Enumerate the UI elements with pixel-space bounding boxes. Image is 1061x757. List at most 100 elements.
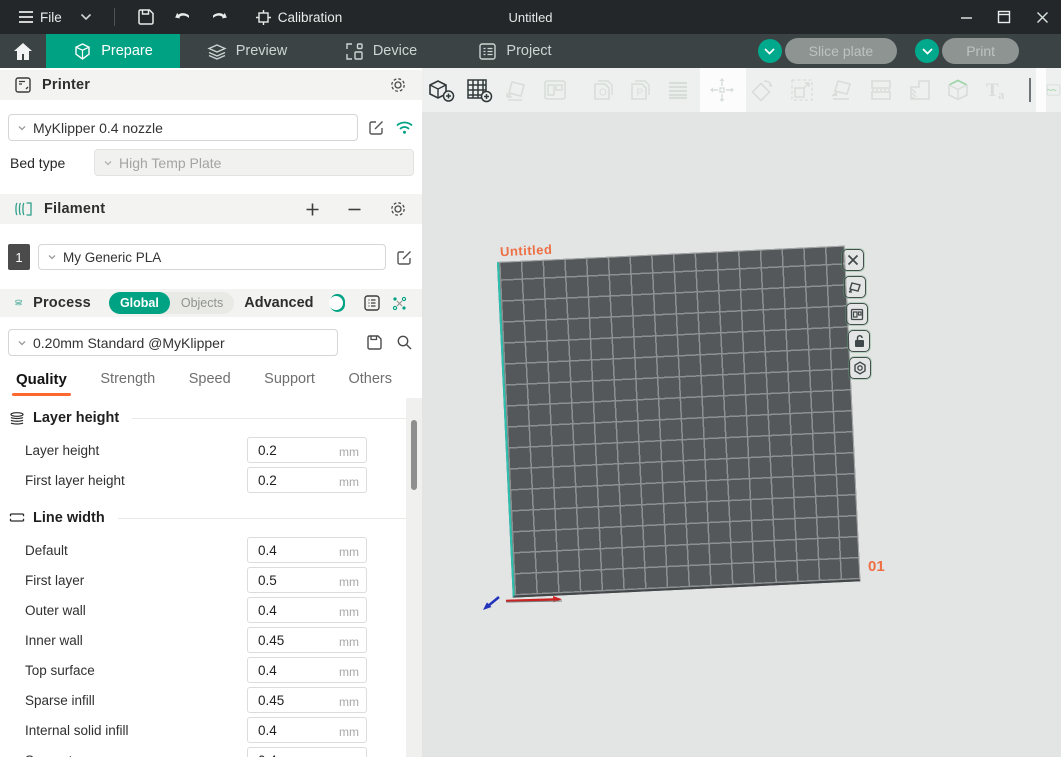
sparse-infill-input[interactable]: 0.45 mm bbox=[247, 687, 367, 713]
tab-device[interactable]: Device bbox=[314, 34, 448, 68]
internal-solid-infill-input[interactable]: 0.4 mm bbox=[247, 717, 367, 743]
scale-icon bbox=[789, 77, 815, 103]
save-button[interactable] bbox=[131, 4, 161, 30]
filament-title: Filament bbox=[44, 201, 105, 217]
maximize-button[interactable] bbox=[985, 0, 1023, 34]
filament-settings-button[interactable] bbox=[388, 199, 408, 219]
tab-strength[interactable]: Strength bbox=[100, 371, 155, 393]
redo-icon bbox=[210, 9, 229, 25]
group-divider bbox=[118, 518, 414, 519]
scrollbar-thumb[interactable] bbox=[411, 420, 417, 490]
tab-project[interactable]: Project bbox=[448, 34, 582, 68]
tab-preview[interactable]: Preview bbox=[180, 34, 314, 68]
scale-button[interactable] bbox=[786, 74, 818, 106]
filament-section-header: Filament bbox=[0, 194, 422, 224]
calibration-button[interactable]: Calibration bbox=[249, 5, 349, 30]
arrange-button[interactable] bbox=[539, 74, 571, 106]
variable-layer-button[interactable] bbox=[662, 74, 694, 106]
filament-preset-value: My Generic PLA bbox=[63, 250, 161, 265]
plate-settings-button[interactable] bbox=[849, 357, 871, 379]
filament-slot-badge[interactable]: 1 bbox=[8, 244, 30, 270]
slice-dropdown-button[interactable] bbox=[758, 39, 782, 63]
mesh-boolean-button[interactable] bbox=[942, 74, 974, 106]
top-surface-input[interactable]: 0.4 mm bbox=[247, 657, 367, 683]
file-menu[interactable]: File bbox=[12, 6, 68, 29]
printer-settings-button[interactable] bbox=[388, 75, 408, 95]
delete-plate-button[interactable] bbox=[842, 249, 864, 271]
first-layer-height-input[interactable]: 0.2 mm bbox=[247, 467, 367, 493]
print-button[interactable]: Print bbox=[942, 38, 1019, 64]
params-sparkle-icon bbox=[391, 295, 408, 312]
slice-plate-button[interactable]: Slice plate bbox=[785, 38, 898, 64]
compare-presets-button[interactable] bbox=[391, 293, 408, 313]
close-button[interactable] bbox=[1023, 0, 1061, 34]
gear-icon bbox=[389, 76, 407, 94]
auto-orient-button[interactable] bbox=[501, 74, 533, 106]
chevron-down-icon bbox=[17, 338, 27, 348]
search-settings-button[interactable] bbox=[394, 333, 414, 353]
tab-others[interactable]: Others bbox=[348, 371, 392, 393]
plate-toolbar bbox=[842, 249, 864, 384]
move-button[interactable] bbox=[706, 74, 738, 106]
chevron-down-icon bbox=[17, 123, 27, 133]
inner-wall-input[interactable]: 0.45 mm bbox=[247, 627, 367, 653]
edit-filament-button[interactable] bbox=[394, 247, 414, 267]
filament-preset-select[interactable]: My Generic PLA bbox=[38, 244, 386, 270]
redo-button[interactable] bbox=[204, 5, 235, 29]
cut-button[interactable] bbox=[865, 74, 897, 106]
add-plate-button[interactable] bbox=[463, 74, 495, 106]
remove-filament-button[interactable] bbox=[344, 199, 364, 219]
split-objects-icon: O bbox=[590, 77, 616, 103]
support-line-width-input[interactable]: 0.4 mm bbox=[247, 747, 367, 757]
wifi-connection-icon[interactable] bbox=[394, 118, 414, 138]
home-button[interactable] bbox=[0, 34, 46, 68]
text-tool-icon: T a bbox=[984, 77, 1012, 103]
outer-wall-input[interactable]: 0.4 mm bbox=[247, 597, 367, 623]
scope-global-button[interactable]: Global bbox=[109, 292, 170, 314]
print-split-button: Print bbox=[915, 38, 1019, 64]
process-scope-toggle: Global Objects bbox=[109, 292, 234, 314]
process-preset-value: 0.20mm Standard @MyKlipper bbox=[33, 335, 225, 351]
flatten-button[interactable] bbox=[826, 74, 858, 106]
advanced-toggle[interactable] bbox=[330, 294, 345, 312]
undo-button[interactable] bbox=[167, 5, 198, 29]
viewport[interactable]: O P bbox=[422, 68, 1061, 757]
sidebar-scrollbar[interactable] bbox=[406, 398, 422, 757]
tab-prepare-label: Prepare bbox=[101, 43, 153, 59]
split-parts-button[interactable]: P bbox=[624, 74, 656, 106]
orient-plate-button[interactable] bbox=[844, 276, 866, 298]
rotate-button[interactable] bbox=[746, 74, 778, 106]
process-preset-select[interactable]: 0.20mm Standard @MyKlipper bbox=[8, 329, 338, 356]
parameter-table-button[interactable] bbox=[363, 293, 381, 313]
inner-wall-unit: mm bbox=[339, 632, 359, 649]
bed-type-select[interactable]: High Temp Plate bbox=[94, 149, 414, 176]
tab-quality[interactable]: Quality bbox=[16, 371, 67, 394]
add-object-button[interactable] bbox=[425, 74, 457, 106]
build-plate[interactable] bbox=[497, 246, 860, 598]
add-filament-button[interactable] bbox=[302, 199, 322, 219]
save-preset-button[interactable] bbox=[364, 333, 384, 353]
default-line-width-input[interactable]: 0.4 mm bbox=[247, 537, 367, 563]
top-surface-value: 0.4 bbox=[258, 663, 277, 678]
tab-support[interactable]: Support bbox=[264, 371, 315, 393]
seam-paint-button[interactable] bbox=[1046, 74, 1061, 106]
layer-height-input[interactable]: 0.2 mm bbox=[247, 437, 367, 463]
lock-plate-button[interactable] bbox=[848, 330, 870, 352]
printer-preset-select[interactable]: MyKlipper 0.4 nozzle bbox=[8, 114, 358, 141]
minimize-button[interactable] bbox=[947, 0, 985, 34]
text-tool-button[interactable]: T a bbox=[982, 74, 1014, 106]
arrange-plate-button[interactable] bbox=[846, 303, 868, 325]
tab-prepare[interactable]: Prepare bbox=[46, 34, 180, 68]
support-paint-button[interactable] bbox=[904, 74, 936, 106]
param-row-sparse-infill: Sparse infill 0.45 mm bbox=[0, 687, 422, 713]
mesh-boolean-icon bbox=[944, 77, 972, 103]
file-dropdown-button[interactable] bbox=[74, 9, 98, 25]
inner-wall-label: Inner wall bbox=[25, 633, 247, 648]
split-objects-button[interactable]: O bbox=[587, 74, 619, 106]
edit-printer-button[interactable] bbox=[366, 118, 386, 138]
printer-title: Printer bbox=[42, 77, 90, 93]
scope-objects-button[interactable]: Objects bbox=[170, 292, 234, 314]
first-layer-line-width-input[interactable]: 0.5 mm bbox=[247, 567, 367, 593]
tab-speed[interactable]: Speed bbox=[189, 371, 231, 393]
print-dropdown-button[interactable] bbox=[915, 39, 939, 63]
